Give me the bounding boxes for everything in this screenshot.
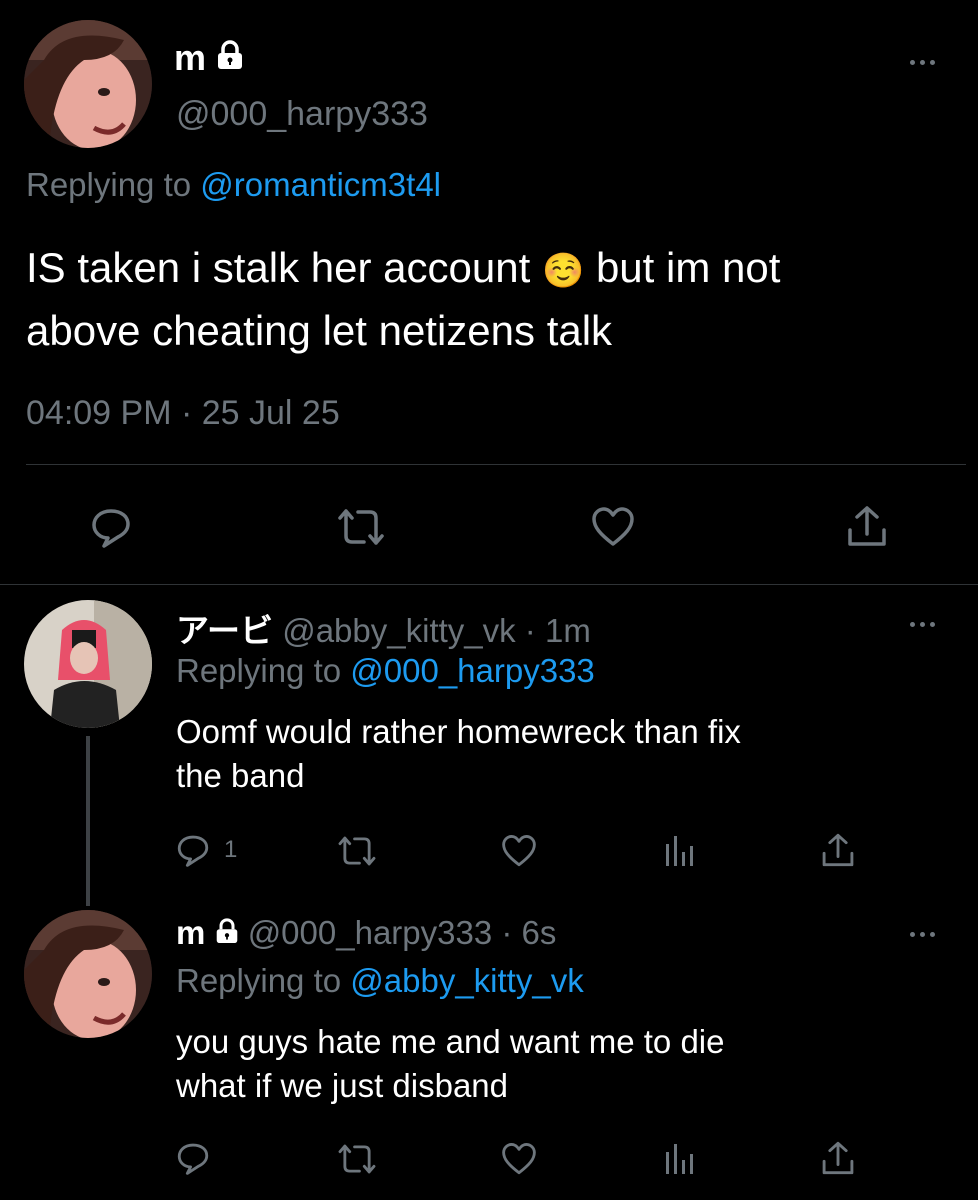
reply-1-header: アービ @abby_kitty_vk · 1m [176, 604, 591, 652]
reply-icon[interactable] [176, 832, 210, 868]
tweet-text-line1: IS taken i stalk her account ☺️ but im n… [26, 244, 781, 291]
retweet-icon[interactable] [336, 1142, 378, 1176]
retweet-icon[interactable] [336, 506, 386, 548]
main-name-row: m [174, 38, 244, 78]
avatar-main[interactable] [24, 20, 152, 148]
reply-count: 1 [224, 836, 238, 863]
display-name[interactable]: m [174, 37, 206, 78]
display-name[interactable]: m [176, 914, 205, 951]
main-replying-row: Replying to @romanticm3t4l [26, 166, 441, 204]
more-icon[interactable] [910, 932, 935, 937]
reply-2-text: you guys hate me and want me to die what… [176, 1023, 725, 1104]
reply-icon[interactable] [176, 1140, 210, 1176]
thread-line [86, 736, 90, 906]
main-tweet-text: IS taken i stalk her account ☺️ but im n… [26, 238, 976, 361]
reply-2-replying-row: Replying to @abby_kitty_vk [176, 962, 584, 999]
smiling-emoji: ☺️ [541, 252, 585, 290]
more-icon[interactable] [910, 60, 935, 65]
analytics-icon[interactable] [664, 1142, 694, 1176]
replying-to-link[interactable]: @romanticm3t4l [200, 166, 441, 203]
avatar-reply-2[interactable] [24, 910, 152, 1038]
like-icon[interactable] [590, 506, 636, 548]
share-icon[interactable] [846, 504, 888, 548]
replying-to-link[interactable]: @abby_kitty_vk [350, 962, 583, 999]
share-icon[interactable] [820, 1140, 856, 1176]
tweet-text-line2: above cheating let netizens talk [26, 307, 613, 354]
like-icon[interactable] [500, 1142, 538, 1176]
handle-time[interactable]: @abby_kitty_vk · 1m [282, 612, 591, 649]
more-icon[interactable] [910, 622, 935, 627]
reply-2-header: m @000_harpy333 · 6s [176, 914, 556, 952]
like-icon[interactable] [500, 834, 538, 868]
avatar-reply-1[interactable] [24, 600, 152, 728]
lock-icon [216, 38, 244, 78]
replying-prefix: Replying to [26, 166, 201, 203]
lock-icon [215, 914, 239, 952]
main-timestamp[interactable]: 04:09 PM · 25 Jul 25 [26, 394, 340, 433]
handle-time[interactable]: @000_harpy333 · 6s [248, 914, 557, 951]
share-icon[interactable] [820, 832, 856, 868]
divider-section [0, 584, 978, 585]
replying-to-link[interactable]: @000_harpy333 [350, 652, 595, 689]
display-name[interactable]: アービ [176, 612, 273, 649]
reply-icon[interactable] [90, 506, 132, 548]
retweet-icon[interactable] [336, 834, 378, 868]
reply-1-text: Oomf would rather homewreck than fix the… [176, 713, 741, 794]
analytics-icon[interactable] [664, 834, 694, 868]
main-handle[interactable]: @000_harpy333 [176, 95, 428, 134]
reply-1-replying-row: Replying to @000_harpy333 [176, 652, 595, 689]
divider-main-actions [26, 464, 966, 465]
